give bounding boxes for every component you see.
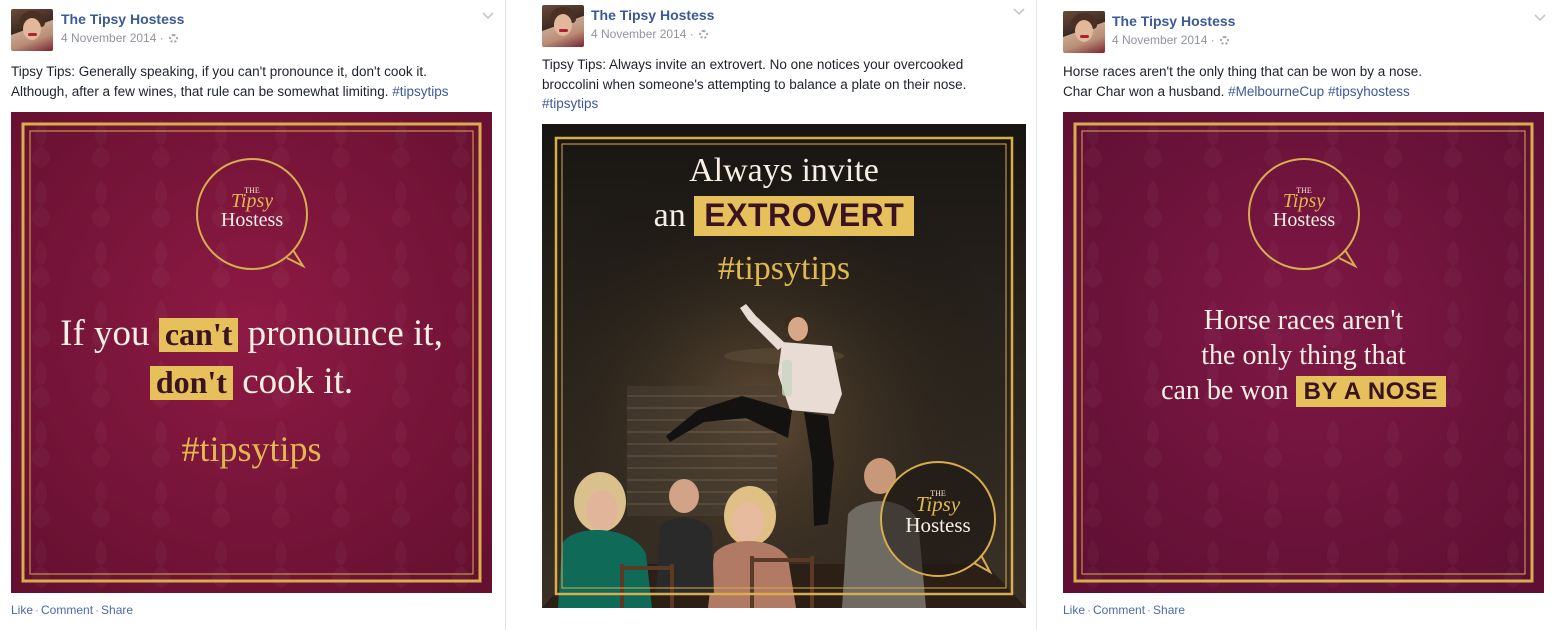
post-meta: 4 November 2014 · <box>61 31 179 45</box>
logo-hostess: Hostess <box>1272 209 1336 231</box>
caption-text: Tipsy Tips: Always invite an extrovert. … <box>542 57 964 72</box>
caption-line: #tipsytips <box>542 94 1027 114</box>
author-name-link[interactable]: The Tipsy Hostess <box>61 11 184 27</box>
headline-line-2: an EXTROVERT <box>542 196 1026 236</box>
post-image[interactable]: Always invite an EXTROVERT #tipsytips TH… <box>542 124 1026 608</box>
headline-highlight: EXTROVERT <box>694 196 915 236</box>
post-image[interactable]: THE Tipsy Hostess Horse races aren't the… <box>1063 112 1544 593</box>
post-date[interactable]: 4 November 2014 <box>1112 33 1207 47</box>
post-2: The Tipsy Hostess 4 November 2014 · Tips… <box>531 0 1037 630</box>
post-1: The Tipsy Hostess 4 November 2014 · Tips… <box>0 0 506 630</box>
column-divider <box>505 0 506 630</box>
caption-line: broccolini when someone's attempting to … <box>542 75 1027 95</box>
author-avatar[interactable] <box>542 5 584 47</box>
share-link[interactable]: Share <box>1153 603 1185 617</box>
share-link[interactable]: Share <box>101 603 133 617</box>
like-link[interactable]: Like <box>1063 603 1085 617</box>
hashtag-link[interactable]: #tipsytips <box>542 96 598 111</box>
headline-line-1: Horse races aren't <box>1203 305 1404 336</box>
image-hashtag: #tipsytips <box>181 429 322 469</box>
comment-link[interactable]: Comment <box>41 603 93 617</box>
author-avatar[interactable] <box>11 9 53 51</box>
headline-highlight: don't <box>149 365 233 400</box>
caption-line: Tipsy Tips: Generally speaking, if you c… <box>11 62 496 82</box>
caption-text: broccolini when someone's attempting to … <box>542 76 967 92</box>
privacy-icon[interactable] <box>699 30 709 39</box>
headline-line-2: don't cook it. <box>11 360 492 403</box>
post-date[interactable]: 4 November 2014 <box>61 31 156 45</box>
chevron-down-icon[interactable] <box>482 12 494 20</box>
headline-highlight: can't <box>158 317 239 352</box>
author-name-link[interactable]: The Tipsy Hostess <box>591 7 714 23</box>
post-meta: 4 November 2014 · <box>1112 33 1230 47</box>
caption-line: Char Char won a husband. #MelbourneCup #… <box>1063 82 1548 102</box>
caption-text: Although, after a few wines, that rule c… <box>11 83 393 99</box>
chevron-down-icon[interactable] <box>1013 8 1025 16</box>
headline-line-2: the only thing that <box>1201 340 1406 371</box>
author-name-link[interactable]: The Tipsy Hostess <box>1112 13 1235 29</box>
post-3: The Tipsy Hostess 4 November 2014 · Hors… <box>1052 0 1552 630</box>
image-hashtag: #tipsytips <box>717 250 851 287</box>
hashtag-link[interactable]: #tipsyhostess <box>1328 84 1410 99</box>
post-actions: Like · Comment · Share <box>11 603 134 617</box>
hashtag-link[interactable]: #tipsytips <box>392 84 448 99</box>
headline-line-1: If you can't pronounce it, <box>60 313 443 354</box>
caption-line: Although, after a few wines, that rule c… <box>11 82 496 102</box>
privacy-icon[interactable] <box>169 34 179 43</box>
logo-hostess: Hostess <box>220 209 284 231</box>
post-actions: Like · Comment · Share <box>1063 603 1186 617</box>
post-image[interactable]: THE Tipsy Hostess If you can't pronounce… <box>11 112 492 593</box>
headline-line-3: can be won BY A NOSE <box>1063 375 1544 408</box>
caption-text: Horse races aren't the only thing that c… <box>1063 64 1423 79</box>
hashtag-link[interactable]: #MelbourneCup <box>1228 84 1324 99</box>
caption-line: Tipsy Tips: Always invite an extrovert. … <box>542 55 1027 75</box>
post-caption: Tipsy Tips: Generally speaking, if you c… <box>11 62 496 101</box>
headline-highlight: BY A NOSE <box>1295 376 1446 408</box>
post-date[interactable]: 4 November 2014 <box>591 27 686 41</box>
logo-hostess: Hostess <box>905 513 971 537</box>
caption-line: Horse races aren't the only thing that c… <box>1063 62 1548 82</box>
post-caption: Tipsy Tips: Always invite an extrovert. … <box>542 55 1027 114</box>
chevron-down-icon[interactable] <box>1534 14 1546 22</box>
privacy-icon[interactable] <box>1220 36 1230 45</box>
headline-line-1: Always invite <box>689 152 879 189</box>
author-avatar[interactable] <box>1063 11 1105 53</box>
column-divider <box>1036 0 1037 630</box>
like-link[interactable]: Like <box>11 603 33 617</box>
caption-text: Tipsy Tips: Generally speaking, if you c… <box>11 64 427 79</box>
post-caption: Horse races aren't the only thing that c… <box>1063 62 1548 101</box>
comment-link[interactable]: Comment <box>1093 603 1145 617</box>
caption-text: Char Char won a husband. <box>1063 83 1229 99</box>
post-meta: 4 November 2014 · <box>591 27 709 41</box>
